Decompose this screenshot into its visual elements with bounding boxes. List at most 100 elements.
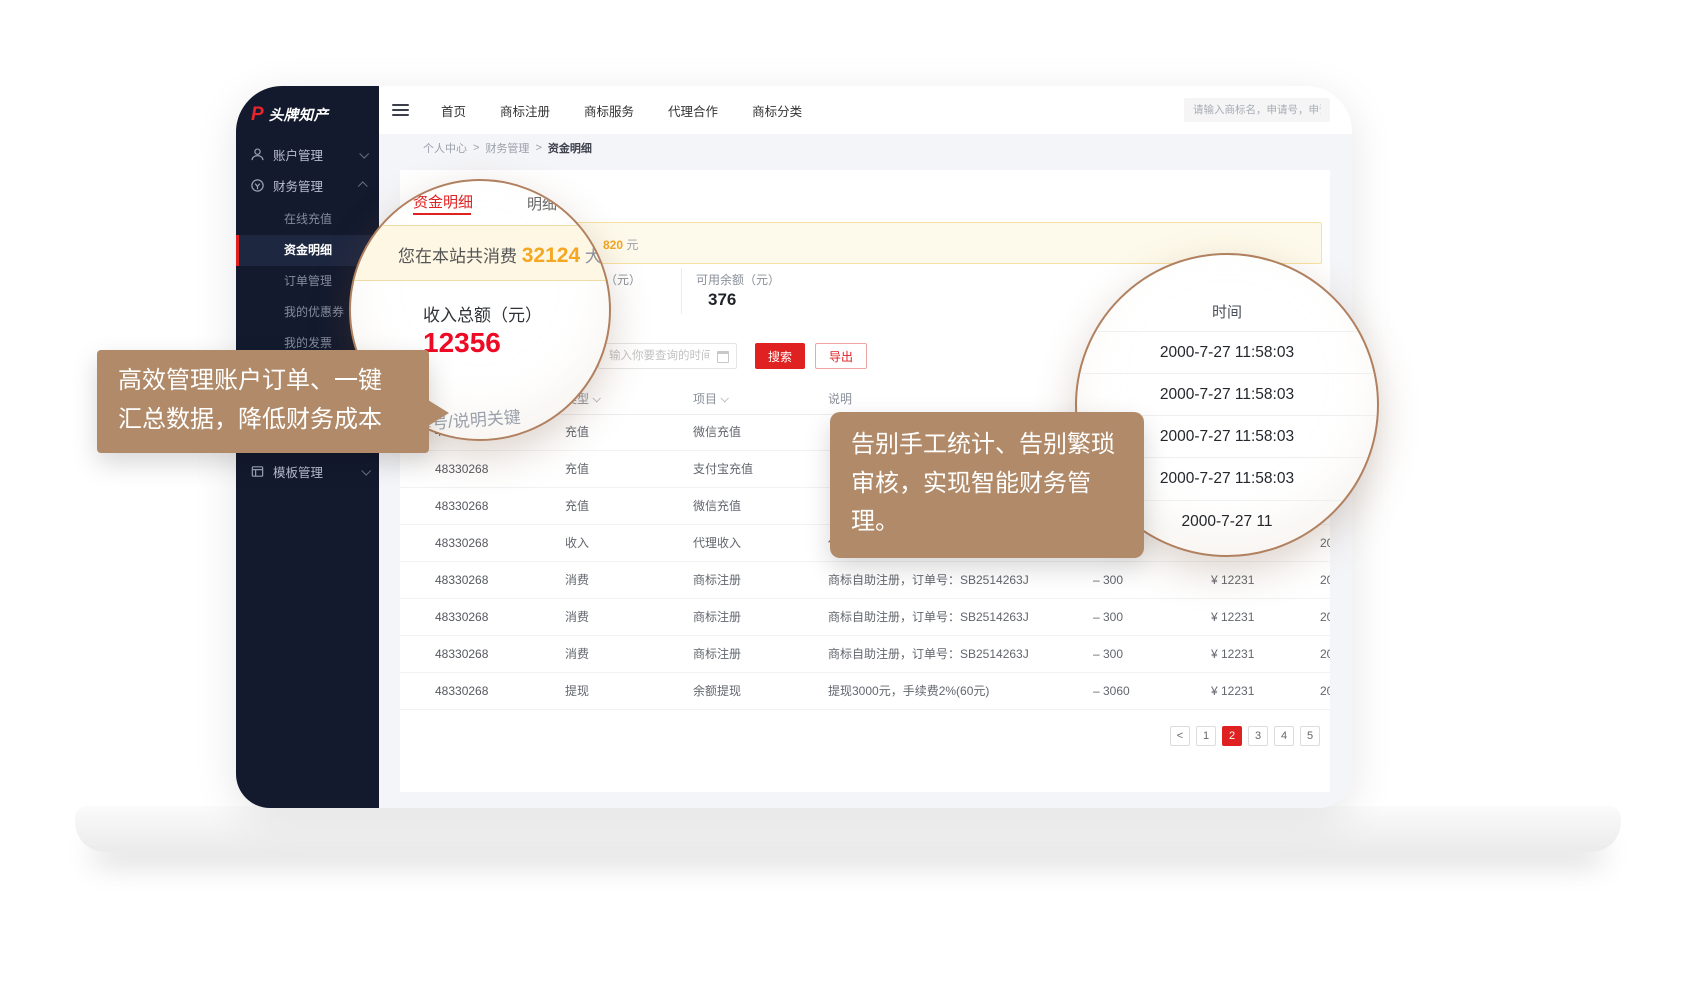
column-header-label: 说明 [828,384,852,414]
cell-desc: 提现3000元，手续费2%(60元) [828,673,989,709]
trademark-search-input[interactable] [1184,98,1330,122]
callout-right: 告别手工统计、告别繁琐审核，实现智能财务管理。 [830,412,1144,558]
table-row: 48330268提现余额提现提现3000元，手续费2%(60元)– 3060¥ … [400,673,1330,710]
page-button-2[interactable]: 2 [1222,726,1242,746]
callout-right-text: 告别手工统计、告别繁琐审核，实现智能财务管理。 [830,426,1144,542]
callout-left: 高效管理账户订单、一键汇总数据，降低财务成本 [97,350,429,453]
sidebar-sections: 账户管理 财务管理 [236,139,379,201]
sidebar-item-account[interactable]: 账户管理 [236,139,379,170]
nav-link-0[interactable]: 首页 [441,101,466,120]
page-button-5[interactable]: 5 [1300,726,1320,746]
cell-type: 充值 [565,488,589,524]
brand-name: 头牌知产 [269,104,329,125]
sidebar-item-label: 模板管理 [273,462,354,481]
magnified-banner: 您在本站共消费 32124 大 [349,225,611,281]
breadcrumb-item[interactable]: 财务管理 [485,140,529,156]
cell-balance: ¥ 12231 [1211,599,1254,635]
callout-line: 汇总数据，降低财务成本 [97,401,429,440]
banner-unit: 元 [626,238,638,252]
table-row: 48330268消费商标注册商标自助注册，订单号：SB2514263J– 300… [400,599,1330,636]
cell-desc: 商标自助注册，订单号：SB2514263J [828,562,1029,598]
pagination: < 12345 [1170,726,1320,746]
table-row: 48330268消费商标注册商标自助注册，订单号：SB2514263J– 300… [400,562,1330,599]
cell-project: 微信充值 [693,414,741,450]
callout-left-text: 高效管理账户订单、一键汇总数据，降低财务成本 [97,362,429,439]
page-button-3[interactable]: 3 [1248,726,1268,746]
cell-project: 代理收入 [693,525,741,561]
breadcrumb: 个人中心 > 财务管理 > 资金明细 [379,134,1352,162]
sidebar-item-finance[interactable]: 财务管理 [236,170,379,201]
brand-logo-icon: P [251,105,264,124]
menu-icon[interactable] [392,104,409,116]
breadcrumb-current: 资金明细 [548,140,592,156]
nav-link-1[interactable]: 商标注册 [500,101,550,120]
table-row: 48330268消费商标注册商标自助注册，订单号：SB2514263J– 300… [400,636,1330,673]
time-column-header: 时间 [1077,301,1377,322]
template-icon [250,464,265,479]
breadcrumb-item[interactable]: 个人中心 [423,140,467,156]
chevron-down-icon [359,149,369,159]
cell-order: 48330268 [435,562,488,598]
stat-partial-unit-label: （元） [605,271,641,288]
sidebar-item-template[interactable]: 模板管理 [236,456,381,487]
cell-desc: 商标自助注册，订单号：SB2514263J [828,599,1029,635]
cell-time: 2000-7-27 11:58:03 [1320,562,1330,598]
cell-desc: 商标自助注册，订单号：SB2514263J [828,636,1029,672]
cell-amount: – 300 [1093,636,1123,672]
magnified-time-row: 2000-7-27 11:58:03 [1077,373,1377,415]
cell-amount: – 3060 [1093,673,1130,709]
sort-caret-icon [720,394,728,402]
cell-time: 2000-7-27 11:58:03 [1320,599,1330,635]
calendar-icon[interactable] [717,351,729,363]
user-icon [250,147,265,162]
cell-balance: ¥ 12231 [1211,562,1254,598]
page-button-1[interactable]: 1 [1196,726,1216,746]
cell-type: 充值 [565,451,589,487]
cell-order: 48330268 [435,673,488,709]
breadcrumb-separator: > [535,142,541,154]
available-balance-label: 可用余额（元） [696,271,780,288]
main-nav: 首页 商标注册 商标服务 代理合作 商标分类 [441,101,802,120]
cell-time: 2000-7-27 11:58:03 [1320,636,1330,672]
cell-time: 2000-7-27 11:58:03 [1320,673,1330,709]
finance-icon [250,178,265,193]
prev-page-button[interactable]: < [1170,726,1190,746]
breadcrumb-separator: > [473,142,479,154]
search-button[interactable]: 搜索 [755,343,805,369]
cell-project: 支付宝充值 [693,451,753,487]
sort-caret-icon [592,394,600,402]
brand-logo: P 头牌知产 [251,104,329,125]
cell-amount: – 300 [1093,599,1123,635]
export-button[interactable]: 导出 [815,343,867,369]
cell-project: 商标注册 [693,562,741,598]
top-navbar: 首页 商标注册 商标服务 代理合作 商标分类 [379,86,1352,134]
nav-link-2[interactable]: 商标服务 [584,101,634,120]
magnified-banner-partial: 大 [580,247,602,266]
cell-project: 商标注册 [693,636,741,672]
magnified-time-row: 2000-7-27 11:58:03 [1077,331,1377,373]
column-header-description: 说明 [828,384,852,414]
cell-order: 48330268 [435,525,488,561]
magnified-tab-active: 资金明细 [413,191,473,212]
cell-type: 消费 [565,562,589,598]
nav-link-3[interactable]: 代理合作 [668,101,718,120]
callout-line: 审核，实现智能财务管 [830,465,1144,504]
cell-order: 48330268 [435,451,488,487]
cell-type: 充值 [565,414,589,450]
cell-type: 提现 [565,673,589,709]
column-header-project[interactable]: 项目 [693,384,727,414]
nav-link-4[interactable]: 商标分类 [752,101,802,120]
laptop-base [75,806,1621,852]
page-button-4[interactable]: 4 [1274,726,1294,746]
callout-line: 高效管理账户订单、一键 [97,362,429,401]
magnified-banner-text: 您在本站共消费 32124 大 [398,242,602,268]
cell-order: 48330268 [435,636,488,672]
magnified-tab-partial: 明细 [527,193,557,214]
cell-project: 微信充值 [693,488,741,524]
cell-type: 收入 [565,525,589,561]
date-filter [598,343,737,369]
column-header-label: 项目 [693,384,717,414]
callout-line: 理。 [830,503,1144,542]
available-balance-value: 376 [708,290,736,310]
cell-project: 商标注册 [693,599,741,635]
